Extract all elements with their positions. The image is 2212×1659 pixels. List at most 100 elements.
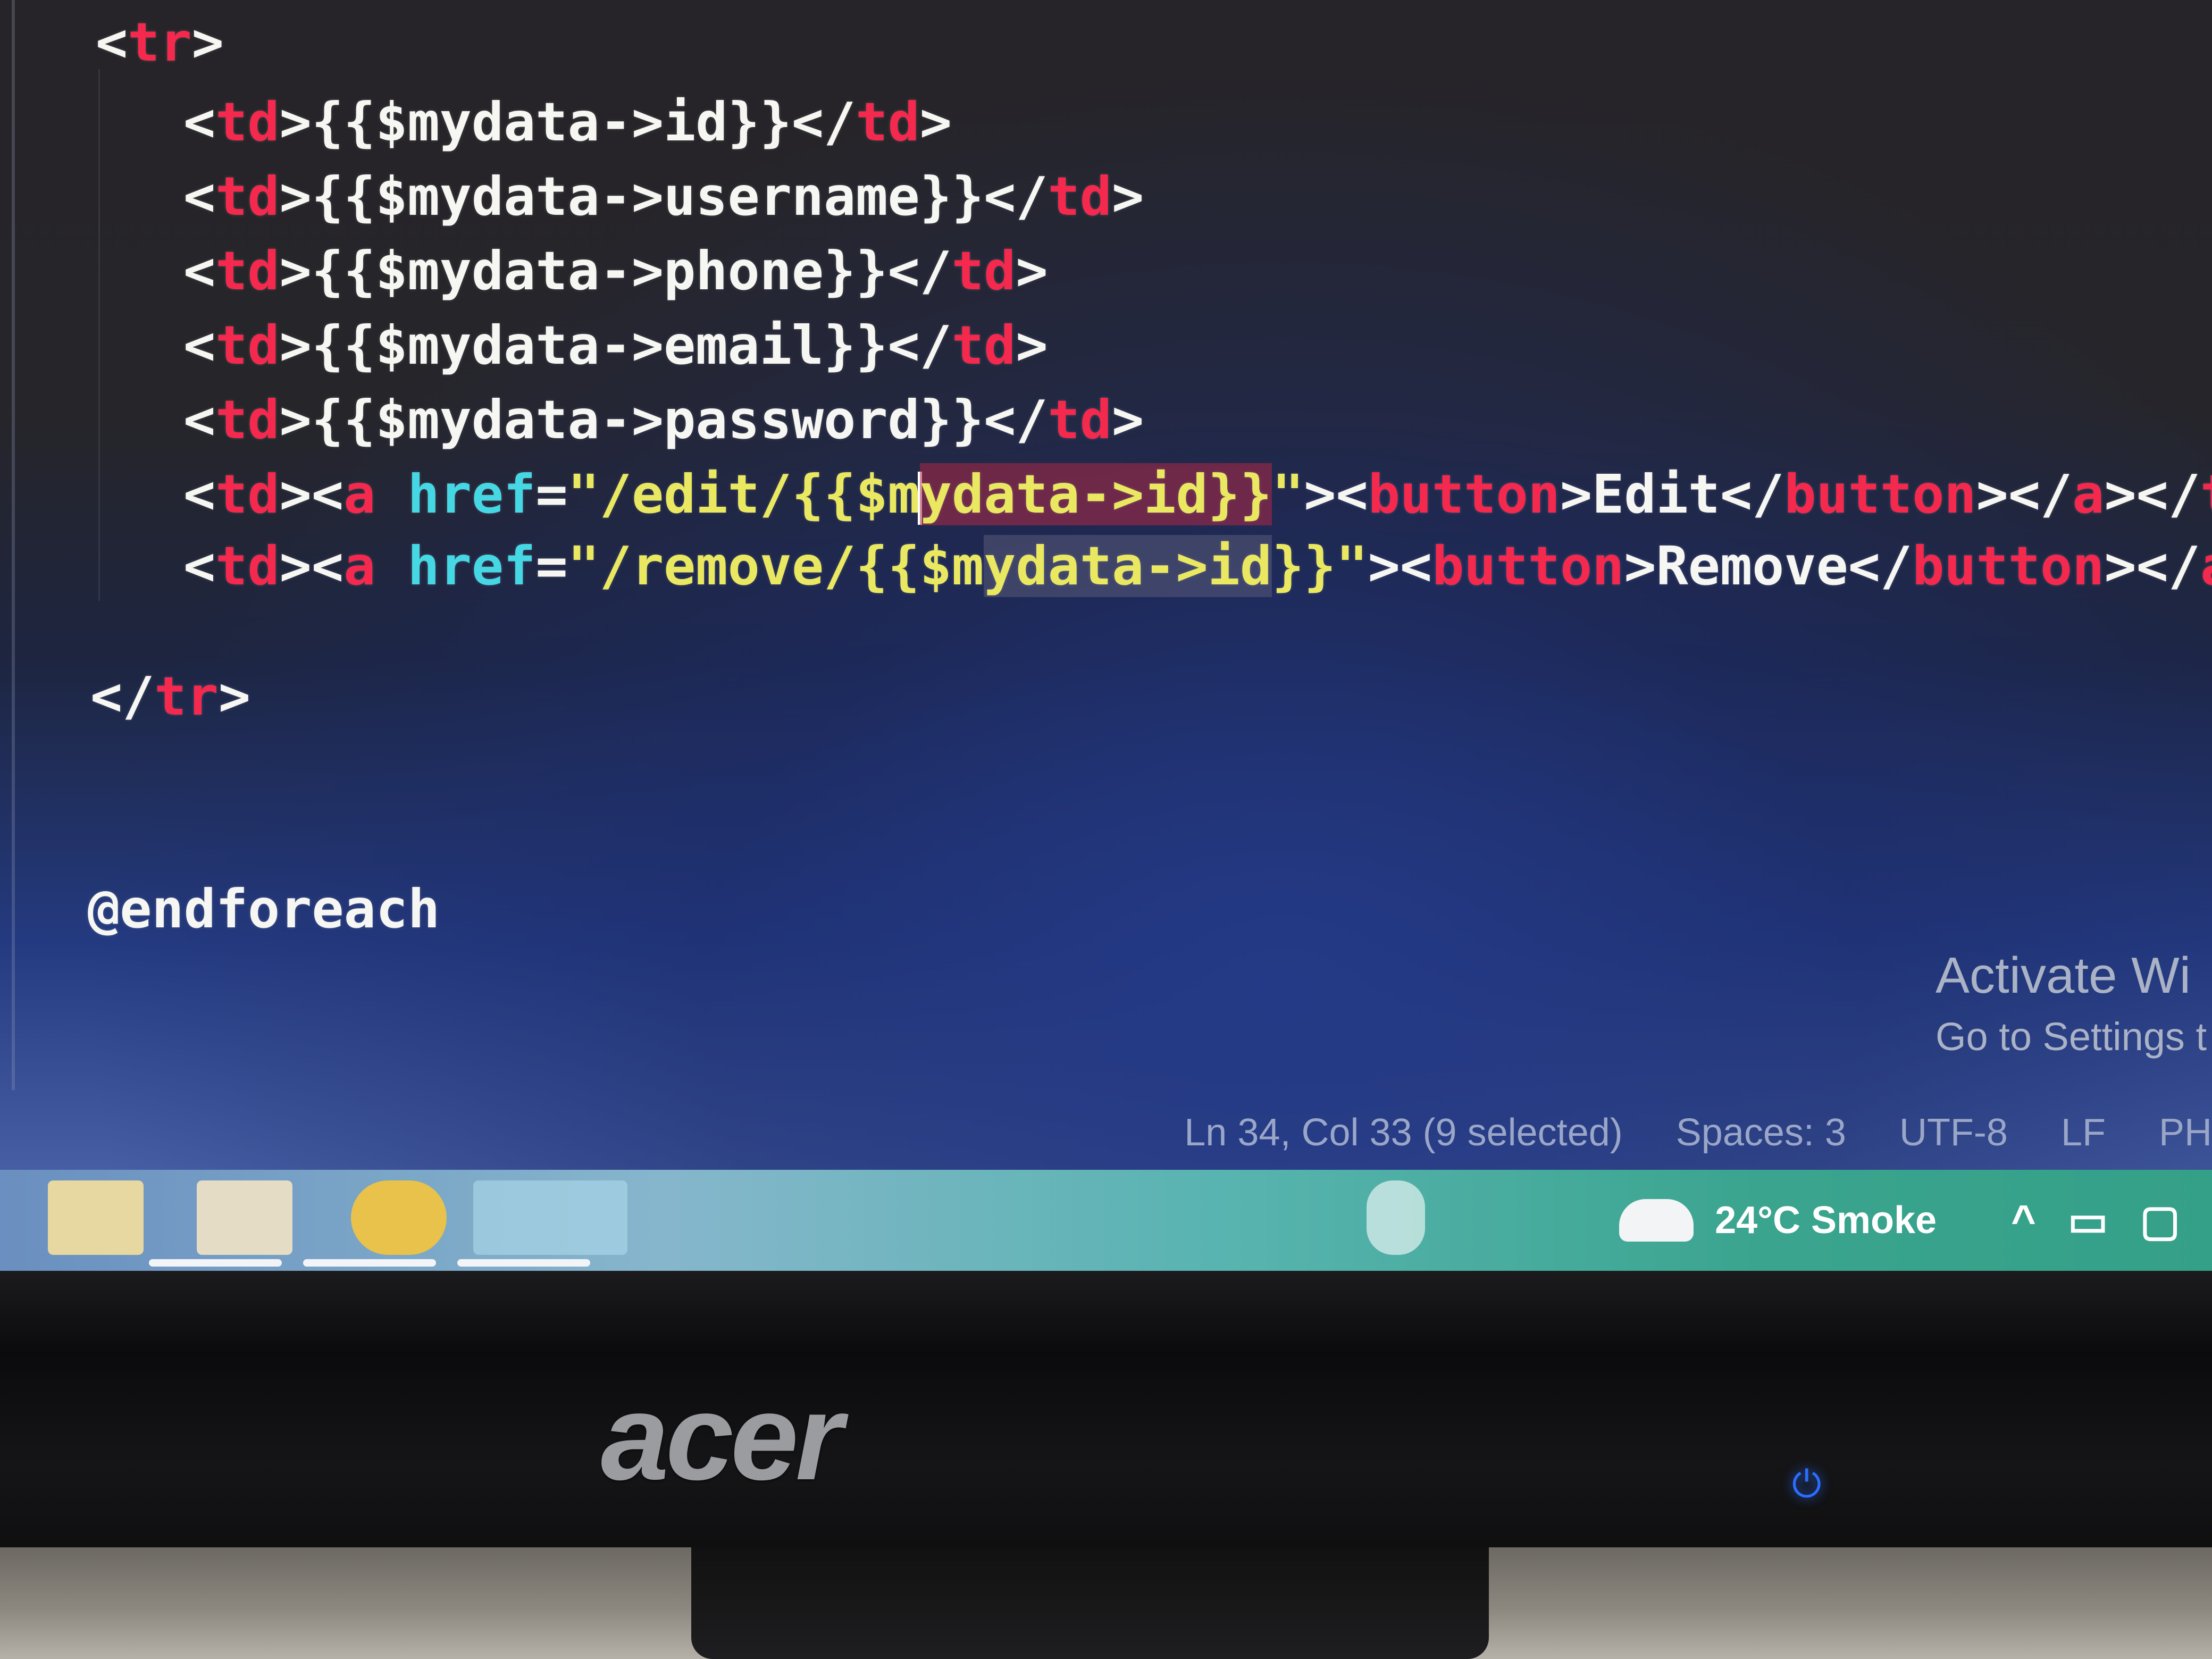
code-token: > (1016, 240, 1048, 302)
code-token-tag: button (1368, 463, 1560, 525)
file-explorer-icon[interactable] (48, 1180, 144, 1255)
code-token: ></ (1976, 463, 2073, 525)
power-icon[interactable]: ⏻ (1792, 1462, 1821, 1506)
code-token-attribute: href (407, 535, 536, 597)
code-token-tag: td (215, 240, 280, 302)
code-selection: ydata->id}} (919, 463, 1272, 525)
watermark-title: Activate Wi (1936, 947, 2191, 1004)
code-token: > (218, 665, 251, 727)
code-token-tag: td (215, 91, 280, 153)
code-line-td-username: <td>{{$mydata->username}}</td> (183, 165, 1144, 229)
eol-setting[interactable]: LF (2061, 1111, 2106, 1154)
code-token-tag: tr (154, 665, 219, 727)
code-line-tr-close: </tr> (90, 665, 250, 728)
code-token: >< (1304, 463, 1368, 525)
code-token: >{{$mydata->password}}</ (279, 389, 1048, 451)
code-token-tag: td (2200, 463, 2212, 525)
weather-widget[interactable]: 24°C Smoke (1715, 1199, 1937, 1242)
editor-statusbar: Ln 34, Col 33 (9 selected) Spaces: 3 UTF… (0, 1095, 2212, 1170)
code-token: > (191, 11, 224, 73)
code-token: < (96, 11, 128, 73)
monitor-stand (691, 1547, 1489, 1659)
code-token-tag: td (215, 389, 280, 451)
code-token: > (1111, 389, 1144, 451)
indent-guide (98, 69, 100, 601)
code-token: >< (279, 463, 344, 525)
active-app-indicator (457, 1259, 590, 1267)
code-token-tag: td (215, 165, 280, 228)
code-token: </ (90, 665, 155, 727)
encoding-setting[interactable]: UTF-8 (1899, 1111, 2008, 1154)
code-line-td-id: <td>{{$mydata->id}}</td> (183, 90, 952, 154)
code-token: < (183, 535, 216, 597)
code-token-tag: a (343, 463, 376, 525)
code-token: >{{$mydata->username}}</ (279, 165, 1048, 228)
code-token: >{{$mydata->phone}}</ (279, 240, 952, 302)
code-token-tag: a (2072, 463, 2105, 525)
code-line-endforeach: @endforeach (88, 878, 440, 940)
code-token-tag: td (215, 463, 280, 525)
code-line-td-email: <td>{{$mydata->email}}</td> (183, 314, 1048, 378)
active-app-indicator (303, 1259, 436, 1267)
code-token: > (1111, 165, 1144, 228)
code-token: > (919, 91, 952, 153)
code-token-tag: tr (128, 11, 192, 73)
code-token-attribute: href (407, 463, 536, 525)
code-editor[interactable]: <tr> <td>{{$mydata->id}}</td> <td>{{$myd… (0, 0, 2212, 1170)
active-app-indicator (149, 1259, 282, 1267)
code-token-tag: td (1048, 389, 1112, 451)
code-line-edit-link: <td><a href="/edit/{{$mydata->id}}"><but… (183, 463, 2212, 526)
code-token: < (183, 314, 216, 376)
editor-gutter (12, 0, 15, 1090)
code-token: < (183, 91, 216, 153)
code-token-tag: button (1912, 535, 2105, 597)
code-token-tag: a (2200, 535, 2212, 597)
code-line-td-password: <td>{{$mydata->password}}</td> (183, 388, 1144, 452)
code-token-tag: td (951, 240, 1016, 302)
monitor-bezel: acer ⏻ (0, 1271, 2212, 1547)
chevron-up-icon[interactable]: ^ (2011, 1196, 2036, 1245)
code-token-string: " (1272, 463, 1304, 525)
windows-taskbar: 24°C Smoke ^ ▭ ▢ (0, 1170, 2212, 1271)
code-token: >Edit</ (1560, 463, 1784, 525)
code-token: < (183, 389, 216, 451)
system-tray: 24°C Smoke ^ ▭ ▢ (1619, 1170, 2212, 1271)
code-match-highlight: ydata->id (984, 535, 1272, 597)
code-token: >< (1368, 535, 1432, 597)
chrome-icon[interactable] (351, 1180, 447, 1255)
code-token-tag: td (215, 314, 280, 376)
code-line-td-phone: <td>{{$mydata->phone}}</td> (183, 239, 1048, 303)
code-token: < (183, 240, 216, 302)
code-token: >Remove</ (1624, 535, 1913, 597)
battery-icon[interactable]: ▭ (2068, 1196, 2108, 1245)
code-line-remove-link: <td><a href="/remove/{{$mydata->id}}"><b… (183, 534, 2212, 598)
language-mode[interactable]: PH (2159, 1111, 2212, 1154)
code-token-tag: td (856, 91, 920, 153)
code-token-string: }}" (1272, 535, 1368, 597)
code-token: ></ (2104, 535, 2201, 597)
indentation-setting[interactable]: Spaces: 3 (1676, 1111, 1846, 1154)
code-token-tag: td (215, 535, 280, 597)
cloud-icon (1619, 1199, 1694, 1242)
code-token-tag: td (1048, 165, 1112, 228)
briefcase-icon[interactable] (197, 1180, 292, 1255)
code-token-tag: button (1784, 463, 1976, 525)
code-token: < (183, 463, 216, 525)
network-icon[interactable] (1367, 1180, 1425, 1255)
code-token: = (535, 463, 568, 525)
code-token: = (535, 535, 568, 597)
monitor-icon[interactable]: ▢ (2140, 1196, 2180, 1245)
code-token: >< (279, 535, 344, 597)
cursor-position[interactable]: Ln 34, Col 33 (9 selected) (1184, 1111, 1622, 1154)
watermark-subtitle: Go to Settings t (1936, 1015, 2207, 1059)
code-token: > (1016, 314, 1048, 376)
code-token-string: "/edit/{{$m (567, 463, 920, 525)
vscode-icon[interactable] (473, 1180, 627, 1255)
code-token: < (183, 165, 216, 228)
code-token: >{{$mydata->email}}</ (279, 314, 952, 376)
code-token: >{{$mydata->id}}</ (279, 91, 856, 153)
code-token-string: "/remove/{{$m (567, 535, 984, 597)
monitor-screen: <tr> <td>{{$mydata->id}}</td> <td>{{$myd… (0, 0, 2212, 1271)
